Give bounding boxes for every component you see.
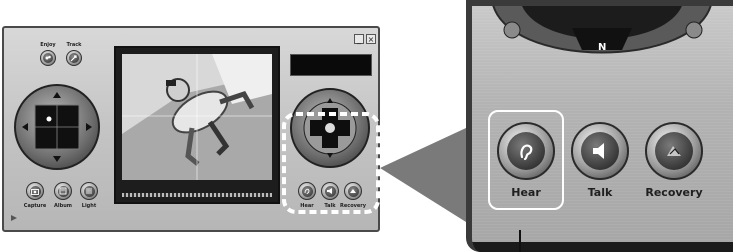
recovery-label: Recovery — [645, 186, 703, 199]
zoom-bottom-bar — [472, 242, 733, 252]
hear-label: Hear — [511, 186, 541, 199]
talk-label: Talk — [587, 186, 613, 199]
hear-button[interactable] — [497, 122, 555, 180]
recovery-button[interactable] — [645, 122, 703, 180]
zoom-panel: N Hear Talk Recovery — [466, 0, 733, 252]
ear-icon — [507, 132, 545, 170]
recovery-icon — [655, 132, 693, 170]
speaker-icon — [581, 132, 619, 170]
talk-button[interactable] — [571, 122, 629, 180]
compass-letter: N — [598, 42, 607, 53]
pointer-line — [519, 230, 521, 252]
